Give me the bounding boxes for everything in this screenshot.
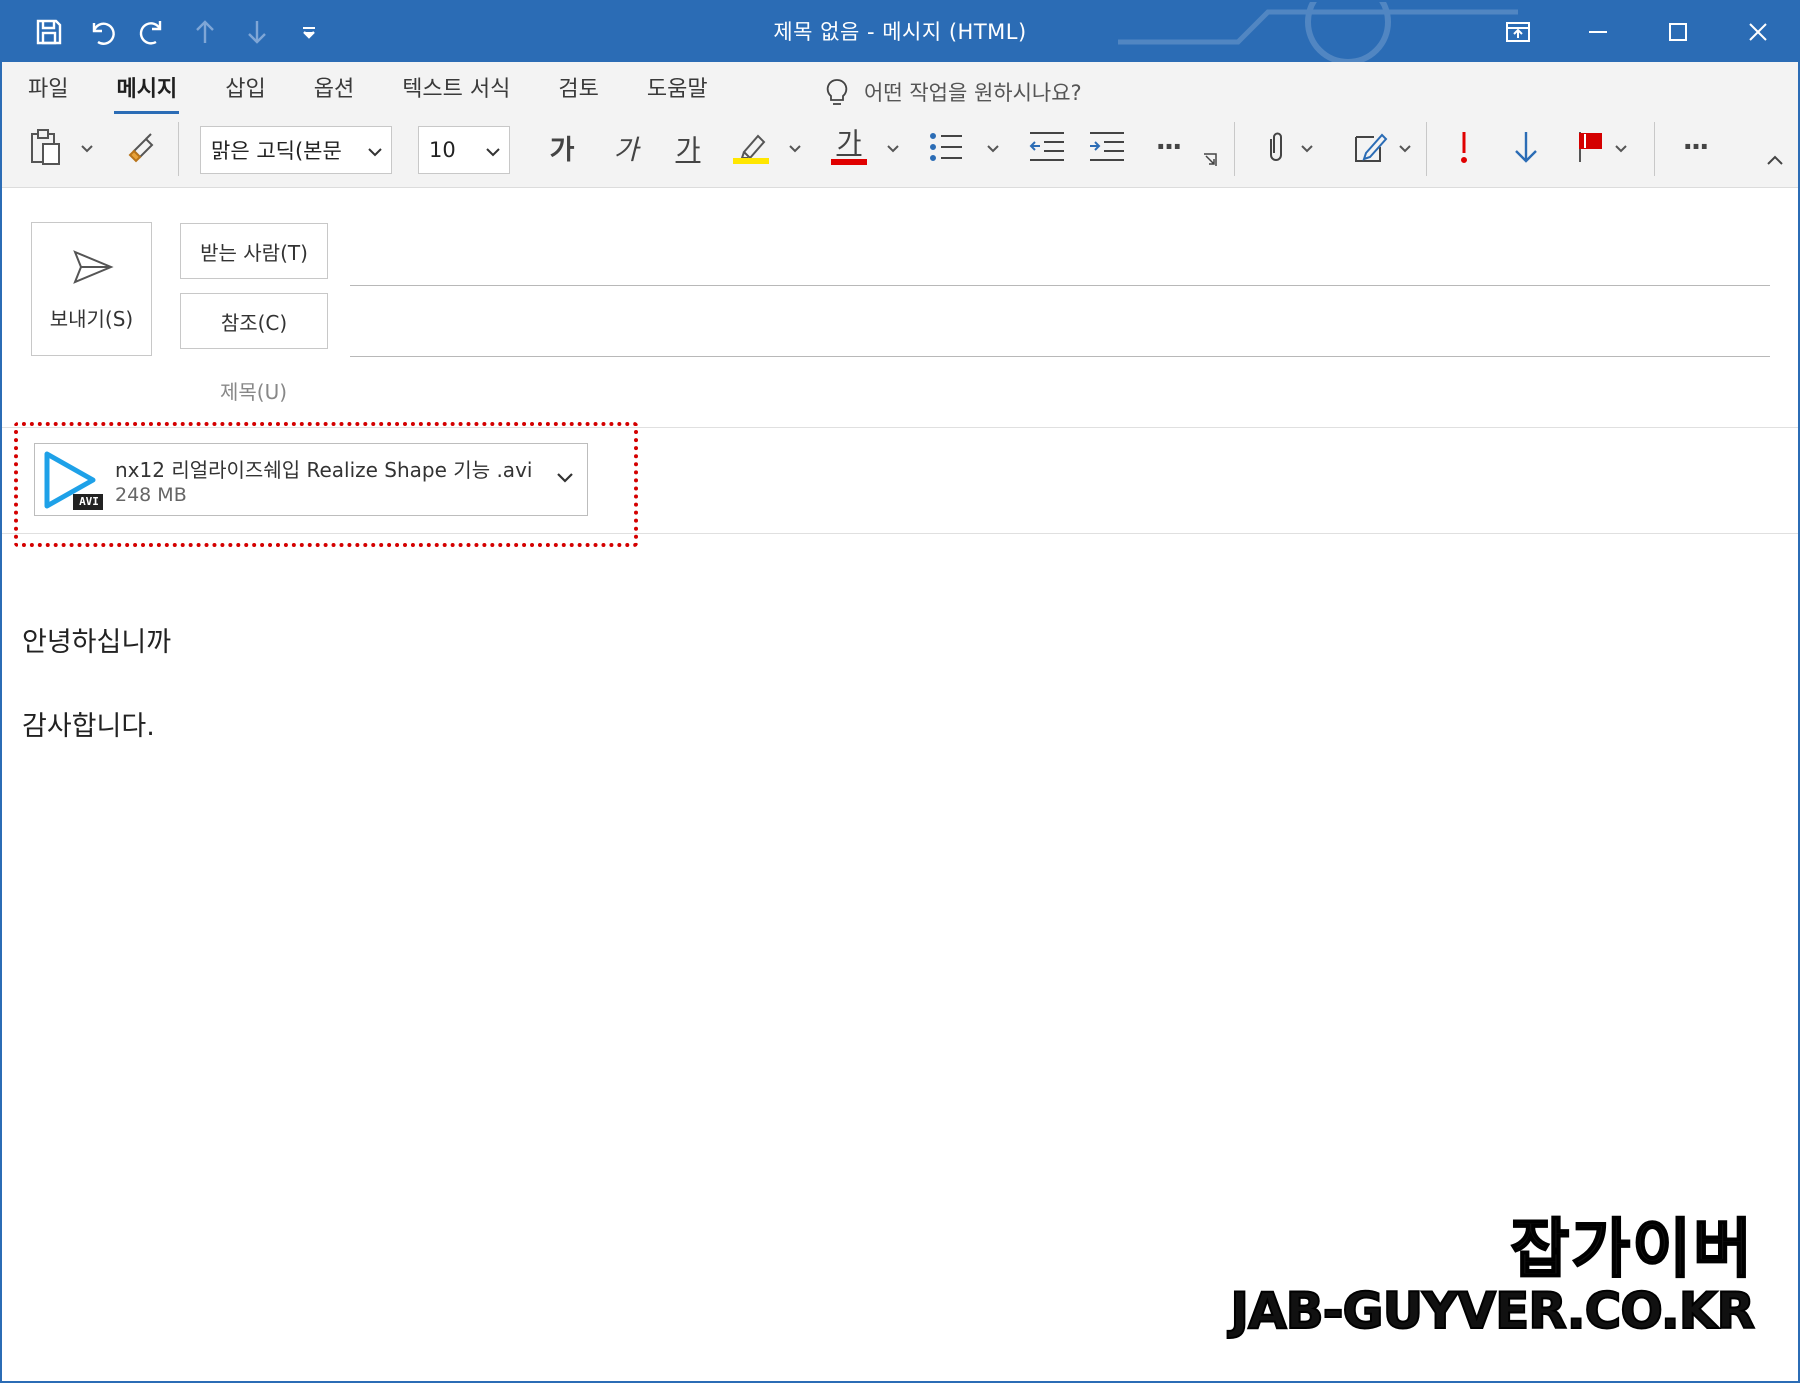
more-glyph: ··· [1155, 131, 1183, 163]
collapse-ribbon-icon[interactable] [1764, 148, 1786, 172]
send-button[interactable]: 보내기(S) [31, 222, 152, 356]
italic-button[interactable]: 가 [604, 124, 648, 170]
attach-dropdown-icon[interactable] [1300, 126, 1314, 172]
chevron-down-icon[interactable] [555, 468, 575, 492]
signature-icon[interactable] [1348, 124, 1392, 170]
body-closing[interactable]: 감사합니다. [22, 704, 155, 743]
underline-button[interactable]: 가 [666, 124, 710, 170]
send-icon [73, 250, 114, 284]
tab-review[interactable]: 검토 [558, 74, 598, 110]
bold-glyph: 가 [549, 134, 575, 166]
subject-label: 제목(U) [220, 380, 288, 404]
maximize-icon[interactable] [1638, 2, 1718, 62]
ribbon: 파일 메시지 삽입 옵션 텍스트 서식 검토 도움말 어떤 작업을 원하시나요? [2, 62, 1798, 188]
tab-format-text[interactable]: 텍스트 서식 [402, 74, 510, 110]
bullets-icon[interactable] [924, 124, 970, 170]
highlight-color-bar [733, 158, 769, 164]
tab-file[interactable]: 파일 [28, 74, 68, 110]
flag-dropdown-icon[interactable] [1614, 126, 1628, 172]
tab-insert[interactable]: 삽입 [225, 74, 265, 110]
toolbar-separator [1426, 122, 1427, 176]
paste-icon[interactable] [26, 124, 66, 170]
importance-high-icon[interactable] [1446, 124, 1482, 170]
watermark-domain: JAB-GUYVER.CO.KR [1229, 1281, 1756, 1341]
more-basic-text-button[interactable]: ··· [1146, 124, 1190, 170]
attachment-size: 248 MB [115, 484, 187, 506]
chevron-down-icon [367, 141, 383, 165]
font-name-value: 맑은 고딕(본문 [211, 139, 342, 163]
video-file-icon: AVI [41, 450, 105, 512]
message-toolbar: 맑은 고딕(본문 10 가 가 가 가 ··· ··· [20, 118, 1783, 176]
tab-options[interactable]: 옵션 [314, 74, 354, 110]
importance-low-icon[interactable] [1508, 124, 1544, 170]
font-size-value: 10 [429, 138, 456, 162]
avi-badge: AVI [79, 495, 99, 508]
font-color-dropdown-icon[interactable] [886, 126, 900, 172]
more-commands-button[interactable]: ··· [1670, 124, 1720, 170]
highlight-button[interactable] [728, 124, 774, 170]
toolbar-separator [1654, 122, 1655, 176]
send-label: 보내기(S) [49, 307, 134, 331]
cc-button[interactable]: 참조(C) [180, 293, 328, 349]
underline-glyph: 가 [675, 134, 701, 166]
paste-dropdown-icon[interactable] [80, 126, 94, 172]
body-greeting[interactable]: 안녕하십니까 [22, 620, 171, 659]
font-color-button[interactable]: 가 [826, 124, 872, 170]
cc-field[interactable] [350, 356, 1770, 357]
toolbar-separator [178, 122, 179, 176]
close-icon[interactable] [1718, 2, 1798, 62]
dialog-launcher-icon[interactable] [1200, 148, 1220, 172]
increase-indent-icon[interactable] [1084, 124, 1130, 170]
bold-button[interactable]: 가 [540, 124, 584, 170]
decrease-indent-icon[interactable] [1024, 124, 1070, 170]
ribbon-tabs: 파일 메시지 삽입 옵션 텍스트 서식 검토 도움말 [28, 74, 756, 114]
attach-file-icon[interactable] [1256, 124, 1296, 170]
watermark-korean: 잡가이버 [1509, 1212, 1754, 1288]
attachment-card[interactable]: AVI nx12 리얼라이즈쉐입 Realize Shape 기능 .avi 2… [34, 443, 588, 516]
bullets-dropdown-icon[interactable] [986, 126, 1000, 172]
highlight-dropdown-icon[interactable] [788, 126, 802, 172]
tell-me-text: 어떤 작업을 원하시나요? [864, 81, 1082, 105]
lightbulb-icon [826, 79, 848, 105]
window-controls [1478, 2, 1798, 62]
more-commands-glyph: ··· [1682, 131, 1710, 163]
tab-message[interactable]: 메시지 [114, 74, 179, 114]
font-name-combobox[interactable]: 맑은 고딕(본문 [200, 126, 392, 174]
to-button[interactable]: 받는 사람(T) [180, 223, 328, 279]
minimize-icon[interactable] [1558, 2, 1638, 62]
flag-icon[interactable] [1572, 124, 1608, 170]
to-field[interactable] [350, 285, 1770, 286]
font-size-combobox[interactable]: 10 [418, 126, 510, 174]
italic-glyph: 가 [613, 134, 639, 166]
highlighter-icon [740, 134, 766, 160]
tell-me-search[interactable]: 어떤 작업을 원하시나요? [824, 74, 1082, 110]
font-color-bar [831, 159, 867, 165]
outlook-compose-window: 제목 없음 - 메시지 (HTML) 파일 메시지 삽입 옵션 텍스트 서식 검… [0, 0, 1800, 1383]
ribbon-display-options-icon[interactable] [1478, 2, 1558, 62]
attachment-name: nx12 리얼라이즈쉐입 Realize Shape 기능 .avi [115, 458, 533, 482]
signature-dropdown-icon[interactable] [1398, 126, 1412, 172]
chevron-down-icon [485, 141, 501, 165]
font-color-glyph: 가 [836, 128, 862, 159]
title-bar: 제목 없음 - 메시지 (HTML) [2, 2, 1798, 62]
tab-help[interactable]: 도움말 [647, 74, 708, 110]
format-painter-icon[interactable] [120, 124, 164, 170]
toolbar-separator [1234, 122, 1235, 176]
